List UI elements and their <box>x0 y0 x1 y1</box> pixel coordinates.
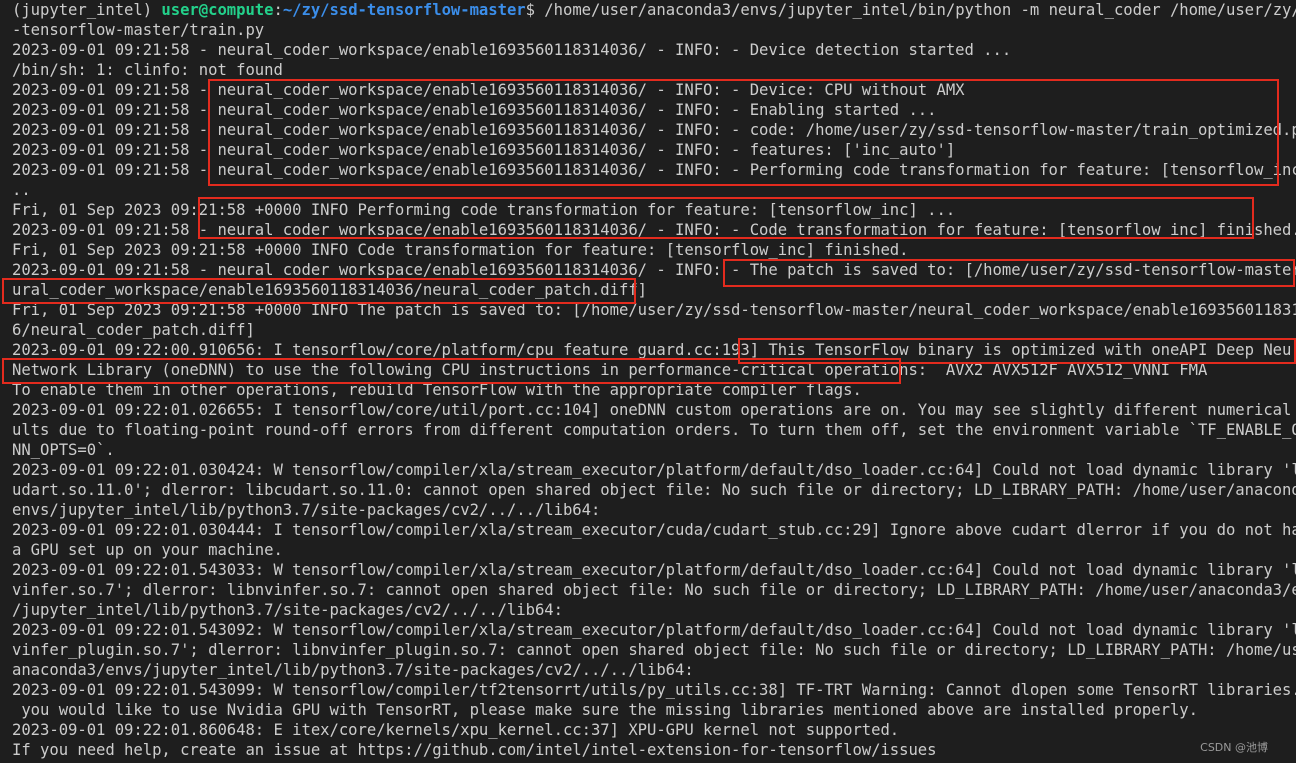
output-line: /bin/sh: 1: clinfo: not found <box>12 61 283 79</box>
output-line: /jupyter_intel/lib/python3.7/site-packag… <box>12 601 563 619</box>
prompt-separator: : <box>273 1 283 19</box>
output-line: 2023-09-01 09:21:58 - neural_coder_works… <box>12 121 1296 139</box>
output-line: Network Library (oneDNN) to use the foll… <box>12 361 1208 379</box>
output-line: 2023-09-01 09:22:01.030424: W tensorflow… <box>12 461 1296 479</box>
output-line: a GPU set up on your machine. <box>12 541 283 559</box>
output-line: 2023-09-01 09:21:58 - neural_coder_works… <box>12 101 937 119</box>
terminal-output: -tensorflow-master/train.py 2023-09-01 09… <box>12 20 1296 760</box>
output-line: anaconda3/envs/jupyter_intel/lib/python3… <box>12 661 694 679</box>
output-line: NN_OPTS=0`. <box>12 441 115 459</box>
output-line: -tensorflow-master/train.py <box>12 21 265 39</box>
output-line: 2023-09-01 09:22:01.543033: W tensorflow… <box>12 561 1296 579</box>
output-line: 2023-09-01 09:21:58 - neural_coder_works… <box>12 81 965 99</box>
output-line: envs/jupyter_intel/lib/python3.7/site-pa… <box>12 501 601 519</box>
output-line: 2023-09-01 09:22:01.543099: W tensorflow… <box>12 681 1296 699</box>
output-line: 2023-09-01 09:21:58 - neural_coder_works… <box>12 161 1296 179</box>
output-line: 2023-09-01 09:22:01.543092: W tensorflow… <box>12 621 1296 639</box>
output-line: To enable them in other operations, rebu… <box>12 381 862 399</box>
output-line: Fri, 01 Sep 2023 09:21:58 +0000 INFO Cod… <box>12 241 909 259</box>
prompt-env: (jupyter_intel) <box>12 1 153 19</box>
output-line: ural_coder_workspace/enable1693560118314… <box>12 281 648 299</box>
output-line: 2023-09-01 09:22:01.026655: I tensorflow… <box>12 401 1296 419</box>
prompt-symbol: $ <box>525 1 535 19</box>
prompt-path: ~/zy/ssd-tensorflow-master <box>282 1 526 19</box>
output-line: If you need help, create an issue at htt… <box>12 741 937 759</box>
output-line: 6/neural_coder_patch.diff] <box>12 321 255 339</box>
output-line: Fri, 01 Sep 2023 09:21:58 +0000 INFO The… <box>12 301 1296 319</box>
output-line: 2023-09-01 09:22:01.860648: E itex/core/… <box>12 721 900 739</box>
output-line: 2023-09-01 09:21:58 - neural_coder_works… <box>12 141 956 159</box>
output-line: vinfer_plugin.so.7'; dlerror: libnvinfer… <box>12 641 1296 659</box>
watermark: CSDN @池博 <box>1200 741 1268 754</box>
prompt-user-host: user@compute <box>161 1 274 19</box>
output-line: udart.so.11.0'; dlerror: libcudart.so.11… <box>12 481 1296 499</box>
output-line: you would like to use Nvidia GPU with Te… <box>12 701 1198 719</box>
output-line: ults due to floating-point round-off err… <box>12 421 1296 439</box>
output-line: 2023-09-01 09:22:00.910656: I tensorflow… <box>12 341 1296 359</box>
output-line: 2023-09-01 09:21:58 - neural_coder_works… <box>12 221 1296 239</box>
output-line: 2023-09-01 09:21:58 - neural_coder_works… <box>12 41 1012 59</box>
terminal-window[interactable]: (jupyter_intel) user@compute:~/zy/ssd-te… <box>0 0 1296 763</box>
prompt-line: (jupyter_intel) user@compute:~/zy/ssd-te… <box>12 0 1296 20</box>
output-line: Fri, 01 Sep 2023 09:21:58 +0000 INFO Per… <box>12 201 956 219</box>
command-text: /home/user/anaconda3/envs/jupyter_intel/… <box>534 1 1296 19</box>
output-line: 2023-09-01 09:22:01.030444: I tensorflow… <box>12 521 1296 539</box>
output-line: 2023-09-01 09:21:58 - neural_coder_works… <box>12 261 1296 279</box>
output-line: vinfer.so.7'; dlerror: libnvinfer.so.7: … <box>12 581 1296 599</box>
output-line: .. <box>12 181 31 199</box>
